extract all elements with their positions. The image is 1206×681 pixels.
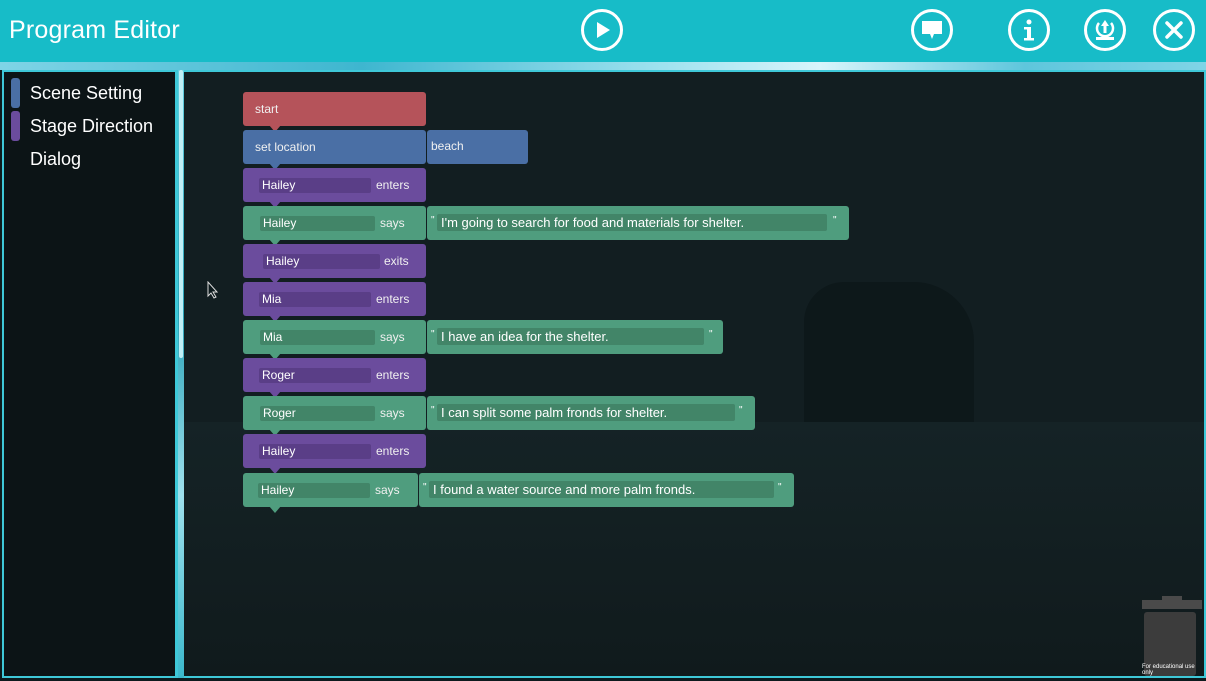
action-label: enters — [376, 368, 410, 382]
close-icon — [1165, 21, 1183, 39]
character-dropdown[interactable]: Mia — [260, 330, 375, 345]
action-label: exits — [384, 254, 409, 268]
category-color-swatch — [11, 78, 20, 108]
start-label: start — [255, 102, 279, 116]
says-block[interactable]: Mia says — [243, 320, 426, 360]
dialog-text-input[interactable]: I can split some palm fronds for shelter… — [437, 404, 735, 421]
dialog-line-block[interactable]: " I found a water source and more palm f… — [419, 473, 794, 507]
sidebar-item-label: Dialog — [30, 149, 82, 169]
open-quote-icon: " — [423, 482, 427, 493]
action-label: enters — [376, 292, 410, 306]
character-dropdown[interactable]: Mia — [259, 292, 371, 307]
character-dropdown[interactable]: Roger — [259, 368, 371, 383]
dialog-line-block[interactable]: " I'm going to search for food and mater… — [427, 206, 849, 240]
sidebar-item-label: Scene Setting — [30, 83, 143, 103]
character-dropdown[interactable]: Hailey — [259, 178, 371, 193]
action-label: enters — [376, 178, 410, 192]
category-color-swatch — [11, 111, 20, 141]
dialog-line-block[interactable]: " I can split some palm fronds for shelt… — [427, 396, 755, 430]
location-value: beach — [431, 139, 464, 153]
character-dropdown[interactable]: Hailey — [260, 216, 375, 231]
dialog-text-input[interactable]: I'm going to search for food and materia… — [437, 214, 827, 231]
top-bar: Program Editor — [0, 0, 1206, 64]
trash-can[interactable]: For educational use only — [1140, 596, 1204, 676]
info-button[interactable] — [1008, 9, 1050, 51]
watermark-text: For educational use only — [1142, 664, 1195, 676]
start-block[interactable]: start — [243, 92, 426, 132]
open-quote-icon: " — [431, 329, 435, 340]
action-label: enters — [376, 444, 410, 458]
dialog-text-input[interactable]: I have an idea for the shelter. — [437, 328, 704, 345]
play-button[interactable] — [581, 9, 623, 51]
sidebar-item-scene-setting[interactable]: Scene Setting — [4, 78, 174, 110]
action-label: says — [375, 483, 400, 497]
header-strip — [0, 62, 1206, 70]
dialog-text-input[interactable]: I found a water source and more palm fro… — [429, 481, 774, 498]
enters-block[interactable]: Hailey enters — [243, 434, 426, 474]
play-icon — [597, 22, 610, 38]
action-label: says — [380, 406, 405, 420]
close-quote-icon: " — [739, 405, 743, 416]
character-dropdown[interactable]: Hailey — [263, 254, 380, 269]
block-category-sidebar: Scene Setting Stage Direction Dialog — [2, 70, 178, 678]
save-upload-icon — [1095, 20, 1115, 40]
close-quote-icon: " — [709, 329, 713, 340]
dialog-line-block[interactable]: " I have an idea for the shelter. " — [427, 320, 723, 354]
speech-bubble-icon — [922, 21, 942, 39]
scrollbar-thumb[interactable] — [179, 70, 183, 358]
character-dropdown[interactable]: Hailey — [259, 444, 371, 459]
enters-block[interactable]: Hailey enters — [243, 168, 426, 208]
action-label: says — [380, 330, 405, 344]
open-quote-icon: " — [431, 215, 435, 226]
enters-block[interactable]: Roger enters — [243, 358, 426, 398]
save-button[interactable] — [1084, 9, 1126, 51]
says-block[interactable]: Roger says — [243, 396, 426, 436]
block-notch-icon — [269, 506, 281, 513]
location-value-block[interactable]: beach — [427, 130, 528, 164]
page-title: Program Editor — [9, 16, 180, 44]
sidebar-item-label: Stage Direction — [30, 116, 154, 136]
says-block[interactable]: Hailey says — [243, 473, 418, 513]
open-quote-icon: " — [431, 405, 435, 416]
exits-block[interactable]: Hailey exits — [243, 244, 426, 284]
info-icon — [1024, 19, 1034, 41]
sidebar-item-dialog[interactable]: Dialog — [4, 144, 174, 176]
action-label: says — [380, 216, 405, 230]
character-dropdown[interactable]: Roger — [260, 406, 375, 421]
character-dropdown[interactable]: Hailey — [258, 483, 370, 498]
set-location-block[interactable]: set location — [243, 130, 426, 170]
set-location-label: set location — [255, 140, 316, 154]
mouse-cursor-icon — [207, 281, 219, 299]
says-block[interactable]: Hailey says — [243, 206, 426, 246]
close-button[interactable] — [1153, 9, 1195, 51]
close-quote-icon: " — [778, 482, 782, 493]
enters-block[interactable]: Mia enters — [243, 282, 426, 322]
sidebar-item-stage-direction[interactable]: Stage Direction — [4, 111, 174, 143]
program-canvas[interactable]: start set location beach Hailey enters H… — [184, 70, 1206, 678]
close-quote-icon: " — [833, 215, 837, 226]
comment-button[interactable] — [911, 9, 953, 51]
